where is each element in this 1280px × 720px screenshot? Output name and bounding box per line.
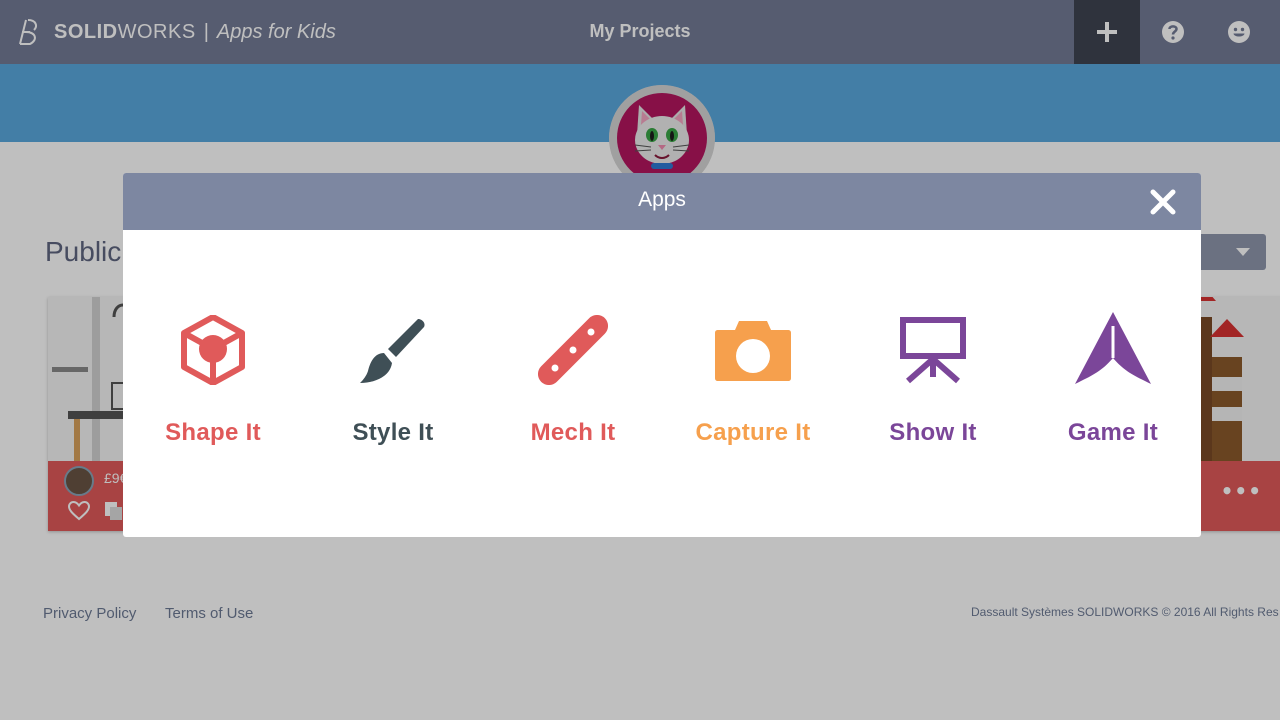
app-shape-it[interactable]: Shape It — [123, 230, 303, 470]
arrow-nav-icon — [1073, 310, 1153, 390]
modal-title: Apps — [638, 188, 686, 211]
app-label: Show It — [889, 419, 977, 446]
cube-icon — [173, 310, 253, 390]
app-capture-it[interactable]: Capture It — [663, 230, 843, 470]
modal-header: Apps — [123, 173, 1201, 230]
app-label: Mech It — [530, 419, 616, 446]
app-show-it[interactable]: Show It — [843, 230, 1023, 470]
app-style-it[interactable]: Style It — [303, 230, 483, 470]
app-mech-it[interactable]: Mech It — [483, 230, 663, 470]
app-label: Game It — [1067, 419, 1159, 446]
apps-modal: Apps Shape It Style It Mech It Capture I… — [123, 173, 1201, 537]
app-game-it[interactable]: Game It — [1023, 230, 1201, 470]
paintbrush-icon — [353, 310, 433, 390]
presentation-board-icon — [893, 310, 973, 390]
close-icon[interactable] — [1149, 188, 1177, 216]
apps-list: Shape It Style It Mech It Capture It Sho… — [123, 230, 1201, 537]
camera-icon — [713, 310, 793, 390]
app-label: Shape It — [165, 419, 261, 446]
link-bar-icon — [533, 310, 613, 390]
app-label: Capture It — [695, 419, 811, 446]
app-label: Style It — [352, 419, 434, 446]
